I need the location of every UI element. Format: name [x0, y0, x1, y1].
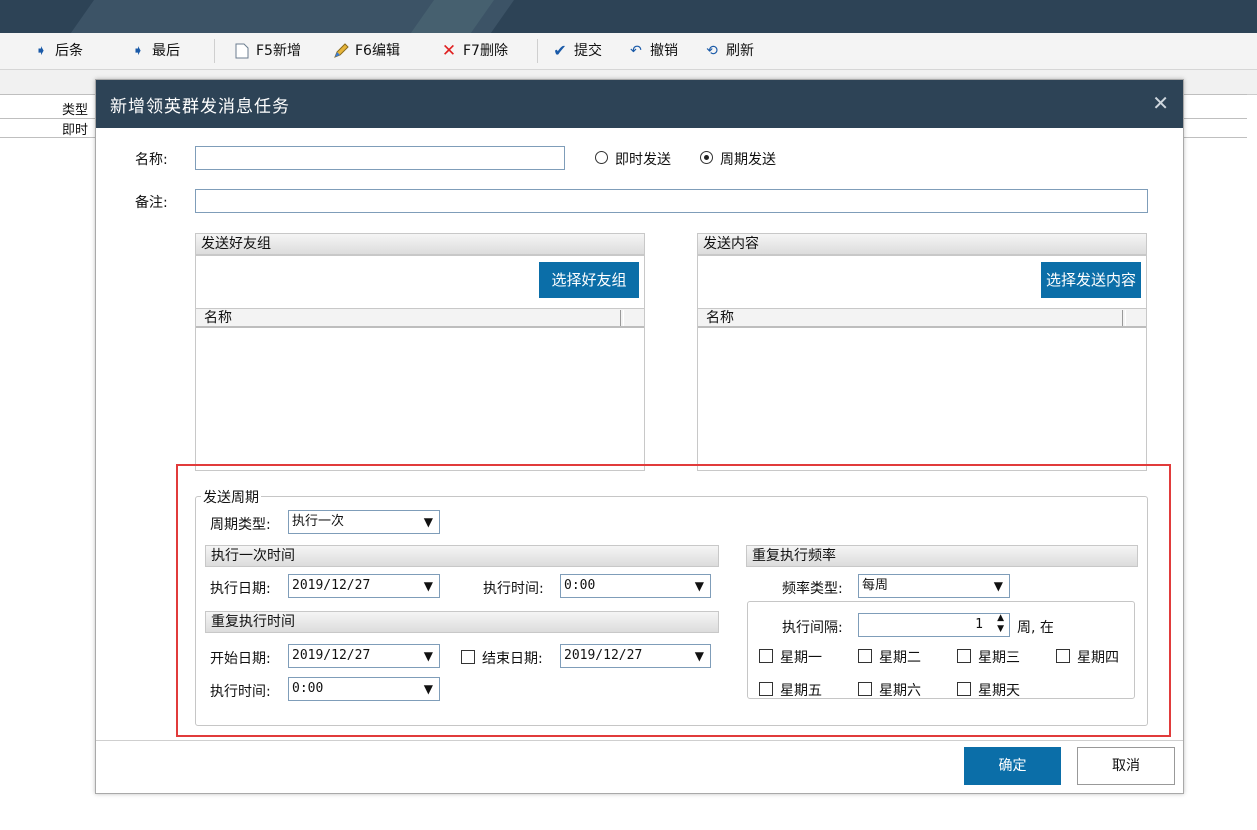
dialog-footer-divider [96, 740, 1183, 741]
chevron-down-icon: ▼ [423, 515, 433, 529]
weekday-checkbox-sun[interactable] [957, 682, 971, 696]
dialog-title-bar: 新增领英群发消息任务 ✕ [96, 80, 1183, 128]
content-panel: 选择发送内容 名称 [697, 255, 1147, 471]
weekday-checkbox-wed[interactable] [957, 649, 971, 663]
grid-header-type: 类型 [62, 103, 89, 118]
end-date-checkbox[interactable] [461, 650, 475, 664]
undo-button[interactable]: ↶ 撤销 [628, 33, 678, 69]
app-header-band [0, 0, 1257, 33]
interval-unit: 周, 在 [1017, 620, 1054, 636]
friend-group-header: 发送好友组 [195, 233, 645, 255]
name-label: 名称: [135, 152, 168, 168]
remark-label: 备注: [135, 195, 168, 211]
weekday-label: 星期一 [780, 650, 822, 666]
repeat-time-picker[interactable]: 0:00 ▼ [288, 677, 440, 701]
new-document-icon [234, 43, 250, 59]
weekday-checkbox-tue[interactable] [858, 649, 872, 663]
repeat-time-header: 重复执行时间 [205, 611, 719, 633]
edit-button[interactable]: F6编辑 [333, 33, 400, 69]
weekday-checkbox-thu[interactable] [1056, 649, 1070, 663]
chevron-down-icon: ▼ [993, 579, 1003, 593]
radio-instant[interactable] [595, 151, 608, 164]
chevron-down-icon: ▼ [423, 682, 433, 696]
chevron-down-icon: ▼ [694, 649, 704, 663]
chevron-down-icon: ▼ [423, 579, 433, 593]
submit-button[interactable]: ✔ 提交 [552, 33, 602, 69]
friend-group-panel: 选择好友组 名称 [195, 255, 645, 471]
delete-x-icon: ✕ [441, 41, 457, 61]
radio-instant-label[interactable]: 即时发送 [615, 149, 671, 169]
name-input[interactable] [195, 146, 565, 170]
select-content-button[interactable]: 选择发送内容 [1041, 262, 1141, 298]
friend-group-column-header[interactable]: 名称 [196, 308, 644, 328]
weekday-checkbox-fri[interactable] [759, 682, 773, 696]
weekday-label: 星期三 [978, 650, 1020, 666]
content-column-header[interactable]: 名称 [698, 308, 1146, 328]
remark-input[interactable] [195, 189, 1148, 213]
cycle-type-select[interactable]: 执行一次 ▼ [288, 510, 440, 534]
start-date-label: 开始日期: [210, 651, 271, 667]
next-record-button[interactable]: ➧ 后条 [33, 33, 83, 69]
exec-date-picker[interactable]: 2019/12/27 ▼ [288, 574, 440, 598]
end-date-picker[interactable]: 2019/12/27 ▼ [560, 644, 711, 668]
undo-icon: ↶ [630, 43, 642, 59]
weekday-label: 星期四 [1077, 650, 1119, 666]
checkmark-icon: ✔ [553, 41, 567, 60]
ok-button[interactable]: 确定 [964, 747, 1061, 785]
chevron-down-icon: ▼ [423, 649, 433, 663]
weekday-label: 星期五 [780, 683, 822, 699]
toolbar: ➧ 后条 ➧ 最后 F5新增 F6编辑 ✕ F7删除 ✔ 提交 ↶ 撤销 ⟲ 刷… [0, 33, 1257, 70]
interval-stepper[interactable]: 1 ▲ ▼ [858, 613, 1010, 637]
chevron-down-icon: ▼ [694, 579, 704, 593]
toolbar-separator [214, 39, 215, 63]
select-friend-group-button[interactable]: 选择好友组 [539, 262, 639, 298]
content-header: 发送内容 [697, 233, 1147, 255]
refresh-icon: ⟲ [706, 43, 718, 59]
end-date-label: 结束日期: [482, 651, 543, 667]
exec-date-label: 执行日期: [210, 581, 271, 597]
send-cycle-legend: 发送周期 [201, 487, 261, 507]
delete-button[interactable]: ✕ F7删除 [441, 33, 508, 69]
arrow-last-icon: ➧ [132, 43, 144, 59]
stepper-arrows-icon[interactable]: ▲ ▼ [997, 613, 1004, 635]
close-icon[interactable]: ✕ [1152, 91, 1169, 115]
repeat-time-label: 执行时间: [210, 684, 271, 700]
refresh-button[interactable]: ⟲ 刷新 [704, 33, 754, 69]
cancel-button[interactable]: 取消 [1077, 747, 1175, 785]
add-button[interactable]: F5新增 [234, 33, 301, 69]
grid-row[interactable]: 即时 [62, 119, 88, 138]
pencil-icon [333, 43, 349, 59]
last-record-button[interactable]: ➧ 最后 [130, 33, 180, 69]
frequency-type-label: 频率类型: [782, 581, 843, 597]
once-time-header: 执行一次时间 [205, 545, 719, 567]
weekday-checkbox-mon[interactable] [759, 649, 773, 663]
weekday-label: 星期六 [879, 683, 921, 699]
start-date-picker[interactable]: 2019/12/27 ▼ [288, 644, 440, 668]
exec-time-label: 执行时间: [483, 581, 544, 597]
cycle-type-label: 周期类型: [210, 517, 271, 533]
repeat-frequency-header: 重复执行频率 [746, 545, 1138, 567]
interval-label: 执行间隔: [782, 620, 843, 636]
toolbar-separator [537, 39, 538, 63]
dialog-title: 新增领英群发消息任务 [110, 97, 290, 117]
radio-periodic[interactable] [700, 151, 713, 164]
exec-time-picker[interactable]: 0:00 ▼ [560, 574, 711, 598]
arrow-right-icon: ➧ [35, 43, 47, 59]
new-task-dialog: 新增领英群发消息任务 ✕ 名称: 即时发送 周期发送 备注: 发送好友组 选择好… [95, 79, 1184, 794]
radio-periodic-label[interactable]: 周期发送 [720, 149, 776, 169]
weekday-label: 星期天 [978, 683, 1020, 699]
weekday-label: 星期二 [879, 650, 921, 666]
frequency-type-select[interactable]: 每周 ▼ [858, 574, 1010, 598]
weekday-checkbox-sat[interactable] [858, 682, 872, 696]
